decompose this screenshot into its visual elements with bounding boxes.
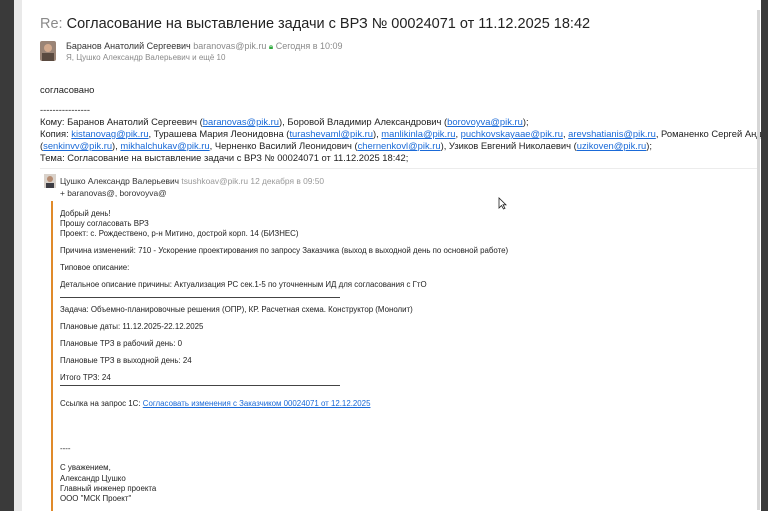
quote-divider (40, 168, 757, 169)
sender-line: Баранов Анатолий Сергеевич baranovas@pik… (66, 41, 343, 52)
to-text: ), Боровой Владимир Александрович ( (279, 116, 448, 127)
email-link[interactable]: borovoyva@pik.ru (447, 116, 523, 127)
email-link[interactable]: turashevaml@pik.ru (289, 128, 373, 139)
quote-bar (51, 201, 53, 511)
quote-link-label: Ссылка на запрос 1С: (60, 399, 141, 408)
email-view: Re: Согласование на выставление задачи с… (22, 0, 761, 511)
cc-line-2: (senkinvv@pik.ru), mikhalchukav@pik.ru, … (40, 140, 652, 152)
background-left-edge (0, 0, 14, 511)
signature-name: Александр Цушко (60, 474, 126, 483)
quote-trz-weekend: Плановые ТРЗ в выходной день: 24 (60, 356, 192, 365)
quoted-sent-time: 12 декабря в 09:50 (250, 176, 325, 186)
reply-text: согласовано (40, 84, 95, 95)
email-link[interactable]: mikhalchukav@pik.ru (120, 140, 209, 151)
sender-avatar[interactable] (40, 41, 56, 61)
quote-trz-workday: Плановые ТРЗ в рабочий день: 0 (60, 339, 182, 348)
quote-rule (60, 297, 340, 298)
cc-text: ); (646, 140, 652, 151)
signature-company: ООО "МСК Проект" (60, 494, 132, 503)
quote-greeting: Добрый день! (60, 209, 111, 218)
cc-text: ), Узиков Евгений Николаевич ( (440, 140, 577, 151)
quote-planned-dates: Плановые даты: 11.12.2025-22.12.2025 (60, 322, 204, 331)
to-text: Баранов Анатолий Сергеевич ( (67, 116, 203, 127)
cc-text: , Турашева Мария Леонидовна ( (148, 128, 290, 139)
quoted-sender-line: Цушко Александр Валерьевич tsushkoav@pik… (60, 176, 324, 186)
quote-request: Прошу согласовать ВРЗ (60, 219, 149, 228)
quote-rule (60, 385, 340, 386)
sent-time: Сегодня в 10:09 (275, 41, 343, 51)
email-link[interactable]: senkinvv@pik.ru (43, 140, 112, 151)
email-link[interactable]: arevshatianis@pik.ru (568, 128, 656, 139)
sender-email[interactable]: baranovas@pik.ru (193, 41, 266, 51)
quote-reason: Причина изменений: 710 - Ускорение проек… (60, 246, 509, 255)
signature-title: Главный инженер проекта (60, 484, 157, 493)
quote-detailed: Детальное описание причины: Актуализация… (60, 280, 427, 289)
cc-line-1: Копия: kistanovag@pik.ru, Турашева Мария… (40, 128, 761, 140)
mouse-cursor-icon (498, 197, 507, 215)
to-label: Кому: (40, 116, 65, 127)
quote-link-line: Ссылка на запрос 1С: Согласовать изменен… (60, 399, 370, 409)
separator-line: ---------------- (40, 104, 90, 115)
cc-text: , Черненко Василий Леонидович ( (209, 140, 358, 151)
scrollbar[interactable] (757, 10, 760, 510)
theme-line: Тема: Согласование на выставление задачи… (40, 152, 409, 163)
signature-separator: ---- (60, 444, 71, 453)
recipients-summary[interactable]: Я, Цушко Александр Валерьевич и ещё 10 (66, 53, 225, 62)
email-subject: Re: Согласование на выставление задачи с… (40, 16, 590, 32)
quote-typical: Типовое описание: (60, 263, 130, 272)
cc-label: Копия: (40, 128, 69, 139)
email-link[interactable]: puchkovskayaae@pik.ru (461, 128, 563, 139)
background-right-edge (761, 0, 768, 511)
email-link[interactable]: manlikinla@pik.ru (381, 128, 455, 139)
email-link[interactable]: baranovas@pik.ru (203, 116, 279, 127)
signature-regards: С уважением, (60, 463, 111, 472)
quote-project: Проект: с. Рождествено, р-н Митино, дост… (60, 229, 299, 238)
subject-text: Согласование на выставление задачи с ВРЗ… (66, 16, 591, 32)
email-link[interactable]: chernenkovl@pik.ru (358, 140, 441, 151)
to-line: Кому: Баранов Анатолий Сергеевич (barano… (40, 116, 529, 128)
quoted-added-recipients: + baranovas@, borovoyva@ (60, 188, 167, 198)
quoted-sender-avatar[interactable] (44, 174, 56, 188)
cc-text: , Романенко Сергей Андреевич ( (655, 128, 761, 139)
email-link[interactable]: uzikoven@pik.ru (577, 140, 646, 151)
email-link[interactable]: kistanovag@pik.ru (71, 128, 148, 139)
background-left-panel (14, 0, 22, 511)
sender-name[interactable]: Баранов Анатолий Сергеевич (66, 41, 191, 51)
quote-trz-total: Итого ТРЗ: 24 (60, 373, 111, 382)
approval-request-link[interactable]: Согласовать изменения с Заказчиком 00024… (143, 399, 371, 408)
quoted-sender-name[interactable]: Цушко Александр Валерьевич (60, 176, 179, 186)
to-text: ); (522, 116, 529, 127)
quote-task: Задача: Объемно-планировочные решения (О… (60, 305, 413, 314)
quoted-sender-email[interactable]: tsushkoav@pik.ru (181, 176, 248, 186)
verified-lock-icon: 🔒︎ (268, 42, 274, 51)
subject-prefix: Re: (40, 16, 63, 32)
